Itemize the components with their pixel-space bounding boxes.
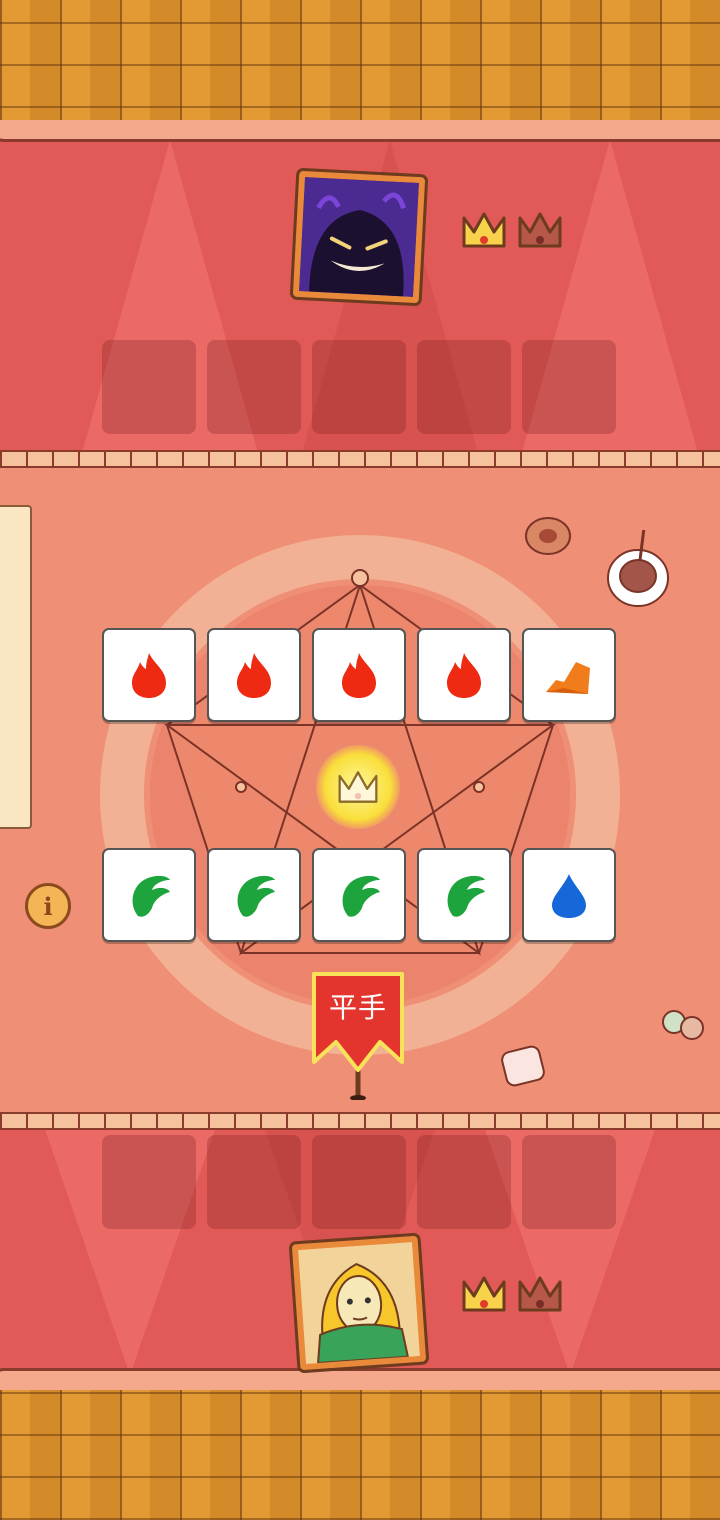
- result-banner: 平手: [310, 970, 406, 1100]
- fire-icon: [342, 653, 376, 698]
- leaf-card: [102, 848, 196, 942]
- crown-lost-icon: [518, 212, 562, 248]
- leaf-card: [207, 848, 301, 942]
- leaf-icon: [342, 875, 380, 917]
- sugar-cube-icon: [501, 1045, 545, 1087]
- fire-card: [312, 628, 406, 722]
- scroll-decoration: [0, 505, 32, 829]
- player-avatar: [288, 1232, 430, 1374]
- leaf-icon: [237, 875, 275, 917]
- shadow-monster-icon: [299, 177, 419, 297]
- info-icon: i: [43, 891, 53, 921]
- crown-lost-icon: [518, 1276, 562, 1312]
- fire-card: [207, 628, 301, 722]
- crown-icon: [338, 771, 378, 803]
- fire-icon: [132, 653, 166, 698]
- water-card: [522, 848, 616, 942]
- round-crown: [316, 745, 400, 829]
- result-label: 平手: [328, 991, 387, 1024]
- earth-card: [522, 628, 616, 722]
- opponent-avatar: [289, 167, 429, 307]
- leaf-icon: [132, 875, 170, 917]
- teacup-icon: [607, 530, 669, 607]
- rock-icon: [546, 662, 590, 694]
- coins-icon: [662, 1010, 704, 1040]
- leaf-card: [312, 848, 406, 942]
- opponent-played-cards: [102, 628, 616, 722]
- opponent-crowns: [460, 210, 564, 250]
- crown-won-icon: [462, 212, 506, 248]
- blonde-character-icon: [298, 1242, 420, 1365]
- crown-won-icon: [462, 1276, 506, 1312]
- water-drop-icon: [552, 874, 586, 918]
- fire-icon: [447, 653, 481, 698]
- leaf-icon: [447, 875, 485, 917]
- cookie-icon: [525, 517, 571, 555]
- leaf-card: [417, 848, 511, 942]
- fire-card: [417, 628, 511, 722]
- player-played-cards: [102, 848, 616, 942]
- player-crowns: [460, 1274, 564, 1314]
- fire-icon: [237, 653, 271, 698]
- fire-card: [102, 628, 196, 722]
- info-button[interactable]: i: [25, 883, 71, 929]
